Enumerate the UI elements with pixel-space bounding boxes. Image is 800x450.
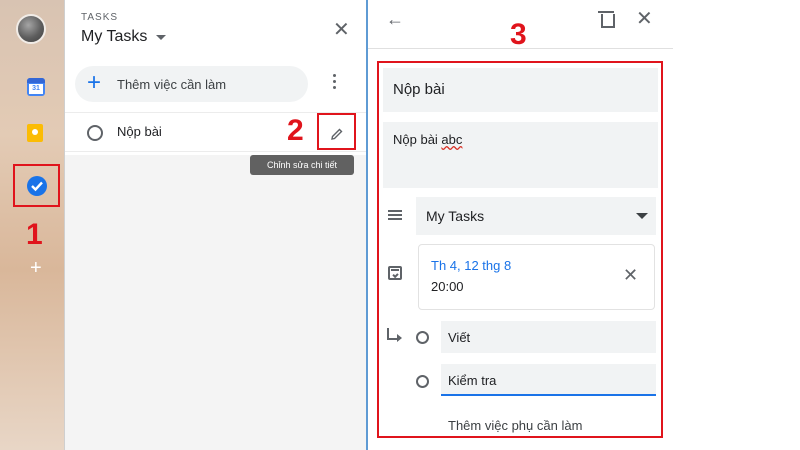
task-title: Nộp bài xyxy=(117,124,162,139)
list-icon xyxy=(388,210,402,220)
chevron-down-icon[interactable] xyxy=(156,35,166,40)
list-select-value: My Tasks xyxy=(426,208,485,224)
list-empty-area xyxy=(65,155,366,450)
clear-date-icon[interactable]: ✕ xyxy=(623,266,638,284)
due-date: Th 4, 12 thg 8 xyxy=(431,258,512,273)
task-complete-checkbox[interactable] xyxy=(87,125,103,141)
task-description-field[interactable]: Nộp bài abc xyxy=(383,122,658,188)
dropdown-arrow-icon xyxy=(636,213,648,219)
list-selector[interactable]: My Tasks xyxy=(81,28,147,46)
annotation-number-3: 3 xyxy=(510,18,527,51)
subtask-title: Kiểm tra xyxy=(448,373,497,388)
annotation-box-1 xyxy=(13,164,60,207)
plus-icon: + xyxy=(87,69,102,96)
description-text: Nộp bài abc xyxy=(393,132,462,147)
list-select-dropdown[interactable]: My Tasks xyxy=(416,197,656,235)
add-task-label: Thêm việc cần làm xyxy=(117,77,227,92)
due-date-card[interactable]: Th 4, 12 thg 8 20:00 ✕ xyxy=(418,244,655,310)
keep-icon[interactable] xyxy=(27,124,43,142)
annotation-number-1: 1 xyxy=(26,218,43,251)
avatar[interactable] xyxy=(16,14,46,44)
close-icon[interactable]: ✕ xyxy=(636,9,653,29)
calendar-check-icon xyxy=(388,266,402,280)
get-addons-plus-icon[interactable]: + xyxy=(30,258,42,278)
description-plain: Nộp bài xyxy=(393,132,442,147)
annotation-box-2 xyxy=(317,113,356,150)
add-subtask-button[interactable]: Thêm việc phụ cần làm xyxy=(448,418,582,433)
close-icon[interactable]: ✕ xyxy=(333,20,350,40)
task-list-panel: TASKS My Tasks ✕ + Thêm việc cần làm Nộp… xyxy=(65,0,368,450)
subtask-checkbox[interactable] xyxy=(416,375,429,388)
subtask-checkbox[interactable] xyxy=(416,331,429,344)
subtask-arrow-icon xyxy=(387,328,402,342)
calendar-day-label: 31 xyxy=(29,84,43,94)
task-detail-panel: ← 3 ✕ Nộp bài Nộp bài abc My Tasks Th 4,… xyxy=(368,0,673,450)
subtask-field[interactable]: Viết xyxy=(441,321,656,353)
task-title-value: Nộp bài xyxy=(393,81,445,98)
subtask-title: Viết xyxy=(448,330,471,345)
more-options-icon[interactable] xyxy=(333,74,337,92)
trash-icon[interactable] xyxy=(598,11,615,28)
tooltip: Chỉnh sửa chi tiết xyxy=(250,155,354,175)
due-time: 20:00 xyxy=(431,279,464,294)
description-misspelled-word: abc xyxy=(441,132,463,147)
annotation-number-2: 2 xyxy=(287,114,304,147)
divider xyxy=(368,48,673,49)
task-title-field[interactable]: Nộp bài xyxy=(383,68,658,112)
add-task-button[interactable]: + Thêm việc cần làm xyxy=(75,66,308,102)
calendar-icon[interactable]: 31 xyxy=(27,78,45,96)
section-label: TASKS xyxy=(81,12,119,23)
subtask-field-active[interactable]: Kiểm tra xyxy=(441,364,656,396)
back-arrow-icon[interactable]: ← xyxy=(386,9,404,29)
blank-margin xyxy=(673,0,800,450)
